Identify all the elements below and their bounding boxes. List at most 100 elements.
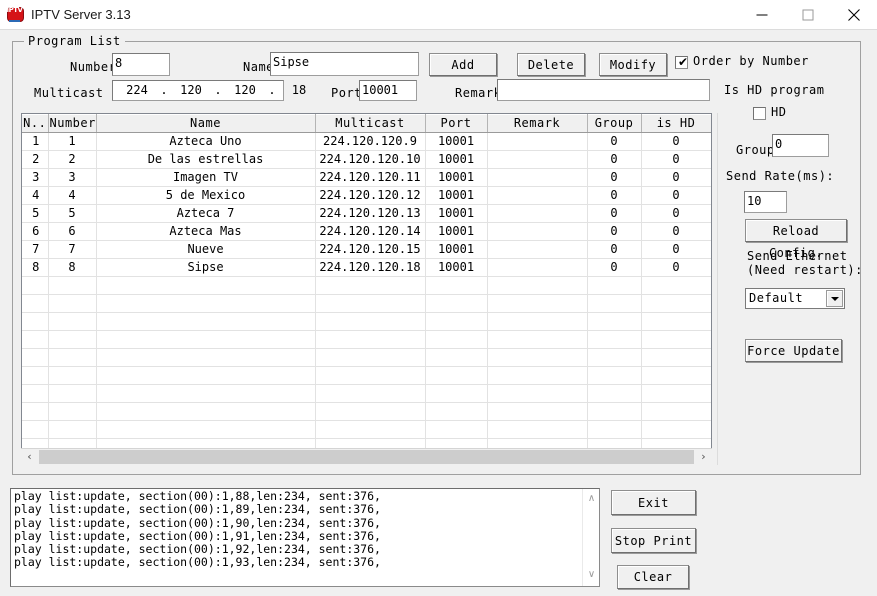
maximize-button[interactable] xyxy=(785,0,831,29)
cell-port: 10001 xyxy=(425,222,488,241)
table-row[interactable]: 6 6 Azteca Mas 224.120.120.14 10001 0 0 xyxy=(22,222,711,241)
log-output[interactable]: play list:update, section(00):1,88,len:2… xyxy=(10,488,600,587)
remark-input[interactable] xyxy=(497,79,710,101)
cell-empty xyxy=(487,366,588,385)
cell-empty xyxy=(315,384,426,403)
table-row-empty[interactable] xyxy=(22,276,711,295)
column-header-name[interactable]: Name xyxy=(96,114,316,133)
table-row-empty[interactable] xyxy=(22,402,711,421)
cell-empty xyxy=(425,348,488,367)
cell-remark xyxy=(487,240,588,259)
cell-empty xyxy=(425,276,488,295)
multicast-octet-3[interactable]: 120 xyxy=(223,81,267,100)
cell-is-hd: 0 xyxy=(641,186,711,205)
checkmark-icon: ✔ xyxy=(678,55,689,69)
table-row-empty[interactable] xyxy=(22,384,711,403)
table-row-empty[interactable] xyxy=(22,330,711,349)
cell-group: 0 xyxy=(587,132,642,151)
port-input[interactable]: 10001 xyxy=(359,80,417,101)
column-header-port[interactable]: Port xyxy=(425,114,488,133)
cell-empty xyxy=(315,420,426,439)
scroll-right-icon[interactable]: › xyxy=(695,449,712,465)
name-input[interactable]: Sipse xyxy=(270,52,419,76)
send-rate-input[interactable]: 10 xyxy=(744,191,787,213)
ethernet-select[interactable]: Default xyxy=(745,288,845,309)
close-button[interactable] xyxy=(831,0,877,29)
column-header-number[interactable]: Number xyxy=(48,114,97,133)
cell-empty xyxy=(96,348,316,367)
cell-empty xyxy=(641,420,711,439)
order-by-number-box[interactable]: ✔ xyxy=(675,56,688,69)
cell-is-hd: 0 xyxy=(641,258,711,277)
cell-empty xyxy=(48,420,97,439)
table-row[interactable]: 5 5 Azteca 7 224.120.120.13 10001 0 0 xyxy=(22,204,711,223)
scroll-thumb[interactable] xyxy=(39,450,694,464)
cell-empty xyxy=(487,402,588,421)
clear-button[interactable]: Clear xyxy=(617,565,689,589)
column-header-group[interactable]: Group xyxy=(587,114,642,133)
column-header-multicast[interactable]: Multicast xyxy=(315,114,426,133)
table-row[interactable]: 3 3 Imagen TV 224.120.120.11 10001 0 0 xyxy=(22,168,711,187)
cell-number: 6 xyxy=(48,222,97,241)
modify-button[interactable]: Modify xyxy=(599,53,667,76)
order-by-number-label: Order by Number xyxy=(693,54,809,68)
log-scroll-down-icon[interactable]: ∨ xyxy=(583,567,599,583)
program-table-grid: N.. Number Name Multicast Port Remark Gr… xyxy=(22,114,711,464)
table-row-empty[interactable] xyxy=(22,420,711,439)
cell-remark xyxy=(487,258,588,277)
maximize-icon xyxy=(802,9,814,20)
table-row[interactable]: 8 8 Sipse 224.120.120.18 10001 0 0 xyxy=(22,258,711,277)
is-hd-program-label: Is HD program xyxy=(724,83,825,97)
multicast-octet-4[interactable]: 18 xyxy=(277,81,321,100)
hd-checkbox-box[interactable] xyxy=(753,107,766,120)
cell-name: Azteca 7 xyxy=(96,204,316,223)
cell-empty xyxy=(48,384,97,403)
log-scroll-up-icon[interactable]: ∧ xyxy=(583,491,599,507)
column-header-n[interactable]: N.. xyxy=(22,114,49,133)
table-row-empty[interactable] xyxy=(22,366,711,385)
multicast-input[interactable]: 224 . 120 . 120 . 18 xyxy=(112,80,306,101)
scroll-left-icon[interactable]: ‹ xyxy=(21,449,38,465)
multicast-octet-1[interactable]: 224 xyxy=(115,81,159,100)
multicast-octet-2[interactable]: 120 xyxy=(169,81,213,100)
cell-empty xyxy=(315,276,426,295)
add-button[interactable]: Add xyxy=(429,53,497,76)
cell-empty xyxy=(641,348,711,367)
exit-button[interactable]: Exit xyxy=(611,490,696,515)
cell-multicast: 224.120.120.14 xyxy=(315,222,426,241)
number-input[interactable]: 8 xyxy=(112,53,170,76)
cell-multicast: 224.120.120.15 xyxy=(315,240,426,259)
column-header-remark[interactable]: Remark xyxy=(487,114,588,133)
table-row[interactable]: 2 2 De las estrellas 224.120.120.10 10001 0 0 xyxy=(22,150,711,169)
cell-multicast: 224.120.120.9 xyxy=(315,132,426,151)
cell-port: 10001 xyxy=(425,240,488,259)
cell-multicast: 224.120.120.12 xyxy=(315,186,426,205)
log-vertical-scrollbar[interactable]: ∧ ∨ xyxy=(582,489,599,586)
window-title: IPTV Server 3.13 xyxy=(31,7,131,22)
table-horizontal-scrollbar[interactable]: ‹ › xyxy=(21,448,712,465)
cell-empty xyxy=(48,348,97,367)
cell-group: 0 xyxy=(587,240,642,259)
table-row[interactable]: 1 1 Azteca Uno 224.120.120.9 10001 0 0 xyxy=(22,132,711,151)
cell-remark xyxy=(487,204,588,223)
group-input[interactable]: 0 xyxy=(772,134,829,157)
table-row-empty[interactable] xyxy=(22,294,711,313)
minimize-button[interactable] xyxy=(739,0,785,29)
cell-empty xyxy=(22,294,49,313)
cell-empty xyxy=(587,366,642,385)
dropdown-button[interactable] xyxy=(826,290,843,307)
table-row-empty[interactable] xyxy=(22,348,711,367)
table-row[interactable]: 445 de Mexico 224.120.120.12 10001 0 0 xyxy=(22,186,711,205)
cell-empty xyxy=(48,330,97,349)
column-header-is-hd[interactable]: is HD xyxy=(641,114,711,133)
delete-button[interactable]: Delete xyxy=(517,53,585,76)
stop-print-button[interactable]: Stop Print xyxy=(611,528,696,553)
reload-config-button[interactable]: Reload Config. xyxy=(745,219,847,260)
port-label: Port xyxy=(331,86,362,100)
table-row[interactable]: 7 7 Nueve 224.120.120.15 10001 0 0 xyxy=(22,240,711,259)
table-row-empty[interactable] xyxy=(22,312,711,331)
cell-empty xyxy=(487,294,588,313)
force-update-button[interactable]: Force Update xyxy=(745,339,842,362)
program-table[interactable]: N.. Number Name Multicast Port Remark Gr… xyxy=(21,113,712,465)
cell-multicast: 224.120.120.11 xyxy=(315,168,426,187)
